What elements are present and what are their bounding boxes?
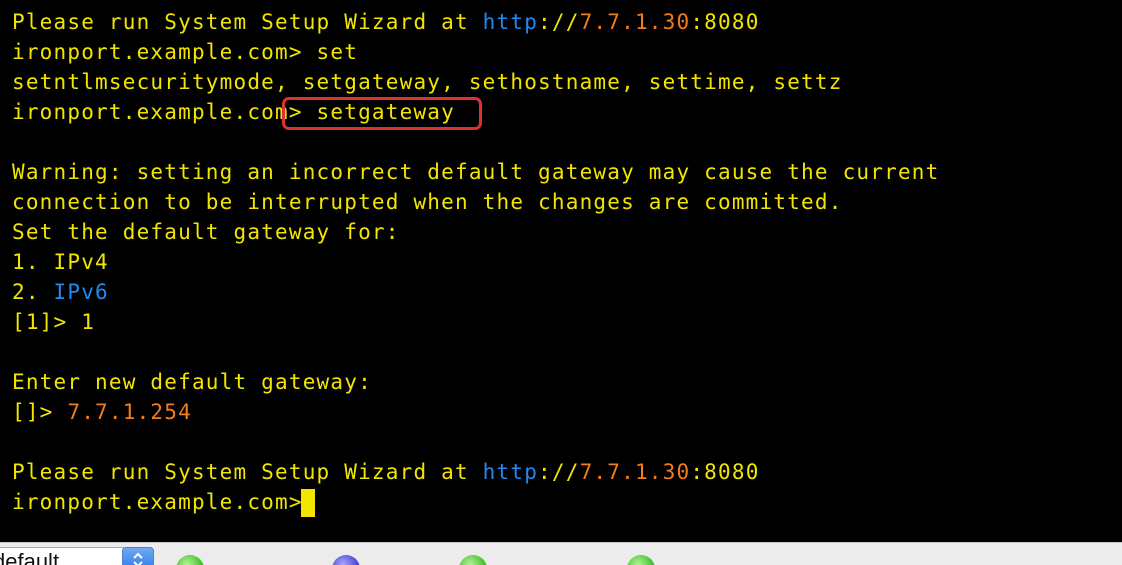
terminal-line: ironport.example.com> set <box>12 37 940 67</box>
session-select[interactable]: default <box>0 547 124 565</box>
terminal-text-segment: ironport.example.com> <box>12 490 317 514</box>
terminal-text-segment: Warning: setting an incorrect default ga… <box>12 160 940 184</box>
terminal-text-segment: http <box>482 10 539 34</box>
terminal-text-segment: Enter new default gateway: <box>12 370 372 394</box>
up-down-chevron-icon[interactable] <box>122 547 154 565</box>
terminal-text-segment: Please run System Setup Wizard at <box>12 10 483 34</box>
terminal-text-segment: setntlmsecuritymode, setgateway, sethost… <box>12 70 843 94</box>
terminal-text-segment: :// <box>538 460 580 484</box>
terminal-line: Please run System Setup Wizard at http:/… <box>12 7 940 37</box>
terminal-text-segment: IPv6 <box>53 280 109 304</box>
terminal-text-segment: []> <box>12 400 68 424</box>
block-cursor-icon <box>301 489 315 517</box>
terminal-line: Warning: setting an incorrect default ga… <box>12 157 940 187</box>
terminal-line: [1]> 1 <box>12 307 940 337</box>
terminal-text-segment: 1. IPv4 <box>12 250 109 274</box>
terminal-window[interactable]: Please run System Setup Wizard at http:/… <box>0 0 1122 542</box>
terminal-line: setntlmsecuritymode, setgateway, sethost… <box>12 67 940 97</box>
terminal-output: Please run System Setup Wizard at http:/… <box>12 7 940 517</box>
terminal-text-segment: Please run System Setup Wizard at <box>12 460 483 484</box>
terminal-line: ironport.example.com> <box>12 487 940 517</box>
terminal-text-segment: http <box>482 460 539 484</box>
terminal-text-segment: [1]> 1 <box>12 310 96 334</box>
terminal-text-segment: Set the default gateway for: <box>12 220 400 244</box>
terminal-line: Enter new default gateway: <box>12 367 940 397</box>
terminal-line: Please run System Setup Wizard at http:/… <box>12 457 940 487</box>
bottom-toolbar: default <box>0 542 1122 565</box>
terminal-line: 2. IPv6 <box>12 277 940 307</box>
terminal-text-segment: ironport.example.com> set <box>12 40 359 64</box>
terminal-text-segment: 7.7.1.254 <box>67 400 192 424</box>
terminal-text-segment: 7.7.1.30 <box>579 10 691 34</box>
terminal-text-segment: connection to be interrupted when the ch… <box>12 190 843 214</box>
command-highlight-box <box>282 97 482 130</box>
terminal-text-segment: :8080 <box>690 460 760 484</box>
terminal-line: Set the default gateway for: <box>12 217 940 247</box>
terminal-line: connection to be interrupted when the ch… <box>12 187 940 217</box>
terminal-text-segment: 2. <box>12 280 54 304</box>
terminal-text-segment: :// <box>538 10 580 34</box>
terminal-text-segment: 7.7.1.30 <box>579 460 691 484</box>
terminal-text-segment: :8080 <box>690 10 760 34</box>
terminal-line: 1. IPv4 <box>12 247 940 277</box>
terminal-line: []> 7.7.1.254 <box>12 397 940 427</box>
